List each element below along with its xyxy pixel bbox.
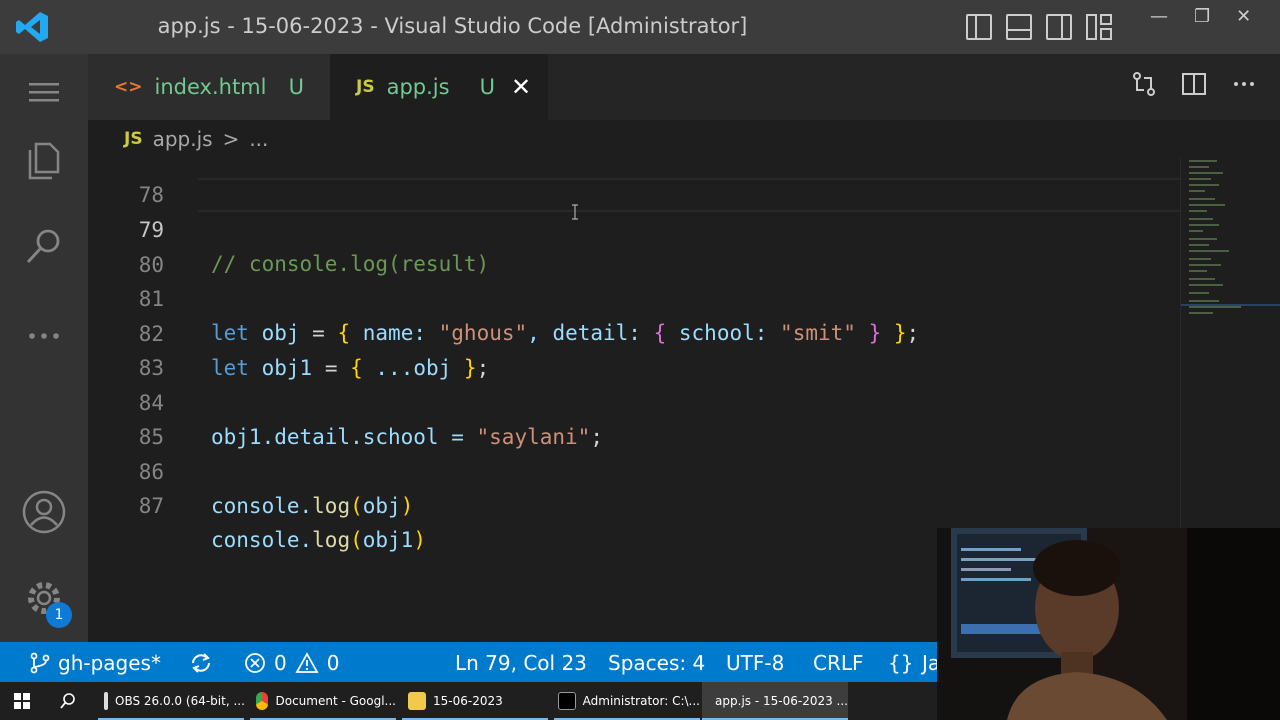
branch-indicator[interactable]: gh-pages* bbox=[28, 651, 161, 675]
toggle-panel-icon[interactable] bbox=[1006, 14, 1032, 40]
taskbar-item-terminal[interactable]: Administrator: C:\... bbox=[554, 682, 700, 720]
close-tab-icon[interactable]: ✕ bbox=[511, 73, 531, 101]
close-window-button[interactable]: ✕ bbox=[1236, 6, 1251, 27]
cursor-position[interactable]: Ln 79, Col 23 bbox=[455, 651, 587, 675]
code-line: 87 console.log(obj1) bbox=[88, 455, 426, 552]
code-line: 82 let obj1 = { ...obj }; bbox=[88, 283, 490, 380]
git-branch-icon bbox=[30, 652, 50, 674]
indentation[interactable]: Spaces: 4 bbox=[608, 651, 705, 675]
activity-bar: 1 bbox=[0, 54, 88, 642]
code-line: 80 bbox=[88, 214, 164, 277]
warning-count: 0 bbox=[326, 651, 340, 675]
tab-label: app.js bbox=[386, 75, 450, 99]
branch-name: gh-pages* bbox=[58, 651, 161, 675]
breadcrumb-symbols[interactable]: ... bbox=[249, 127, 268, 151]
files-icon[interactable] bbox=[18, 134, 70, 186]
webcam-overlay bbox=[937, 528, 1280, 720]
code-line: 81 let obj = { name: "ghous", detail: { … bbox=[88, 248, 919, 345]
toggle-secondary-sidebar-icon[interactable] bbox=[1046, 14, 1072, 40]
breadcrumb-file[interactable]: app.js bbox=[153, 127, 213, 151]
editor-tabs: <> index.html U JS app.js U ✕ bbox=[88, 54, 1280, 120]
split-editor-icon[interactable] bbox=[1180, 70, 1208, 98]
tab-app-js[interactable]: JS app.js U ✕ bbox=[330, 54, 548, 120]
chrome-icon bbox=[256, 692, 269, 710]
obs-icon bbox=[104, 692, 108, 710]
menu-icon[interactable] bbox=[18, 66, 70, 118]
encoding[interactable]: UTF-8 bbox=[726, 651, 784, 675]
more-icon[interactable] bbox=[18, 310, 70, 362]
code-line: 79 // console.log(result) bbox=[88, 179, 489, 276]
untracked-badge: U bbox=[479, 75, 495, 99]
presenter-video bbox=[937, 528, 1280, 720]
code-line: 85 bbox=[88, 386, 164, 449]
line-number: 87 bbox=[138, 494, 164, 518]
code-line: 83 bbox=[88, 317, 164, 380]
account-icon[interactable] bbox=[18, 486, 70, 538]
error-icon bbox=[245, 653, 265, 673]
notification-badge: 1 bbox=[46, 602, 72, 628]
sync-icon[interactable] bbox=[188, 650, 214, 676]
current-line-highlight bbox=[198, 178, 1180, 212]
search-icon[interactable] bbox=[18, 220, 70, 272]
folder-icon bbox=[408, 692, 426, 710]
language-mode-icon[interactable]: {} bbox=[888, 651, 913, 675]
code-line: 84 obj1.detail.school = "saylani"; bbox=[88, 352, 603, 449]
breadcrumb: JS app.js > ... bbox=[88, 120, 1280, 158]
untracked-badge: U bbox=[288, 75, 304, 99]
code-line: 78 bbox=[88, 158, 164, 207]
title-bar: app.js - 15-06-2023 - Visual Studio Code… bbox=[0, 0, 1280, 54]
taskbar-search-icon[interactable] bbox=[59, 692, 77, 710]
breadcrumb-separator: > bbox=[222, 127, 240, 151]
taskbar-item-vscode[interactable]: app.js - 15-06-2023 ... bbox=[702, 682, 848, 720]
restore-button[interactable]: ❐ bbox=[1194, 6, 1210, 27]
js-file-icon: JS bbox=[356, 77, 375, 97]
tab-label: index.html bbox=[154, 75, 267, 99]
minimize-button[interactable]: — bbox=[1150, 6, 1168, 27]
warning-icon bbox=[295, 652, 319, 673]
tab-index-html[interactable]: <> index.html U bbox=[88, 54, 330, 120]
more-actions-icon[interactable] bbox=[1230, 70, 1258, 98]
text-cursor-icon bbox=[572, 204, 578, 220]
taskbar-item-folder[interactable]: 15-06-2023 bbox=[402, 682, 548, 720]
toggle-primary-sidebar-icon[interactable] bbox=[966, 14, 992, 40]
customize-layout-icon[interactable] bbox=[1086, 14, 1112, 40]
error-count: 0 bbox=[274, 651, 287, 675]
code-line: 86 console.log(obj) bbox=[88, 421, 414, 518]
taskbar-item-obs[interactable]: OBS 26.0.0 (64-bit, ... bbox=[98, 682, 245, 720]
window-title: app.js - 15-06-2023 - Visual Studio Code… bbox=[157, 14, 748, 38]
js-file-icon: JS bbox=[124, 129, 143, 149]
open-changes-icon[interactable] bbox=[1130, 70, 1158, 98]
html-file-icon: <> bbox=[114, 77, 143, 97]
windows-start-icon[interactable] bbox=[14, 693, 30, 709]
end-of-line[interactable]: CRLF bbox=[813, 651, 864, 675]
problems-indicator[interactable]: 0 0 bbox=[244, 651, 339, 675]
taskbar-item-chrome[interactable]: Document - Googl... bbox=[250, 682, 396, 720]
terminal-icon bbox=[558, 692, 576, 710]
